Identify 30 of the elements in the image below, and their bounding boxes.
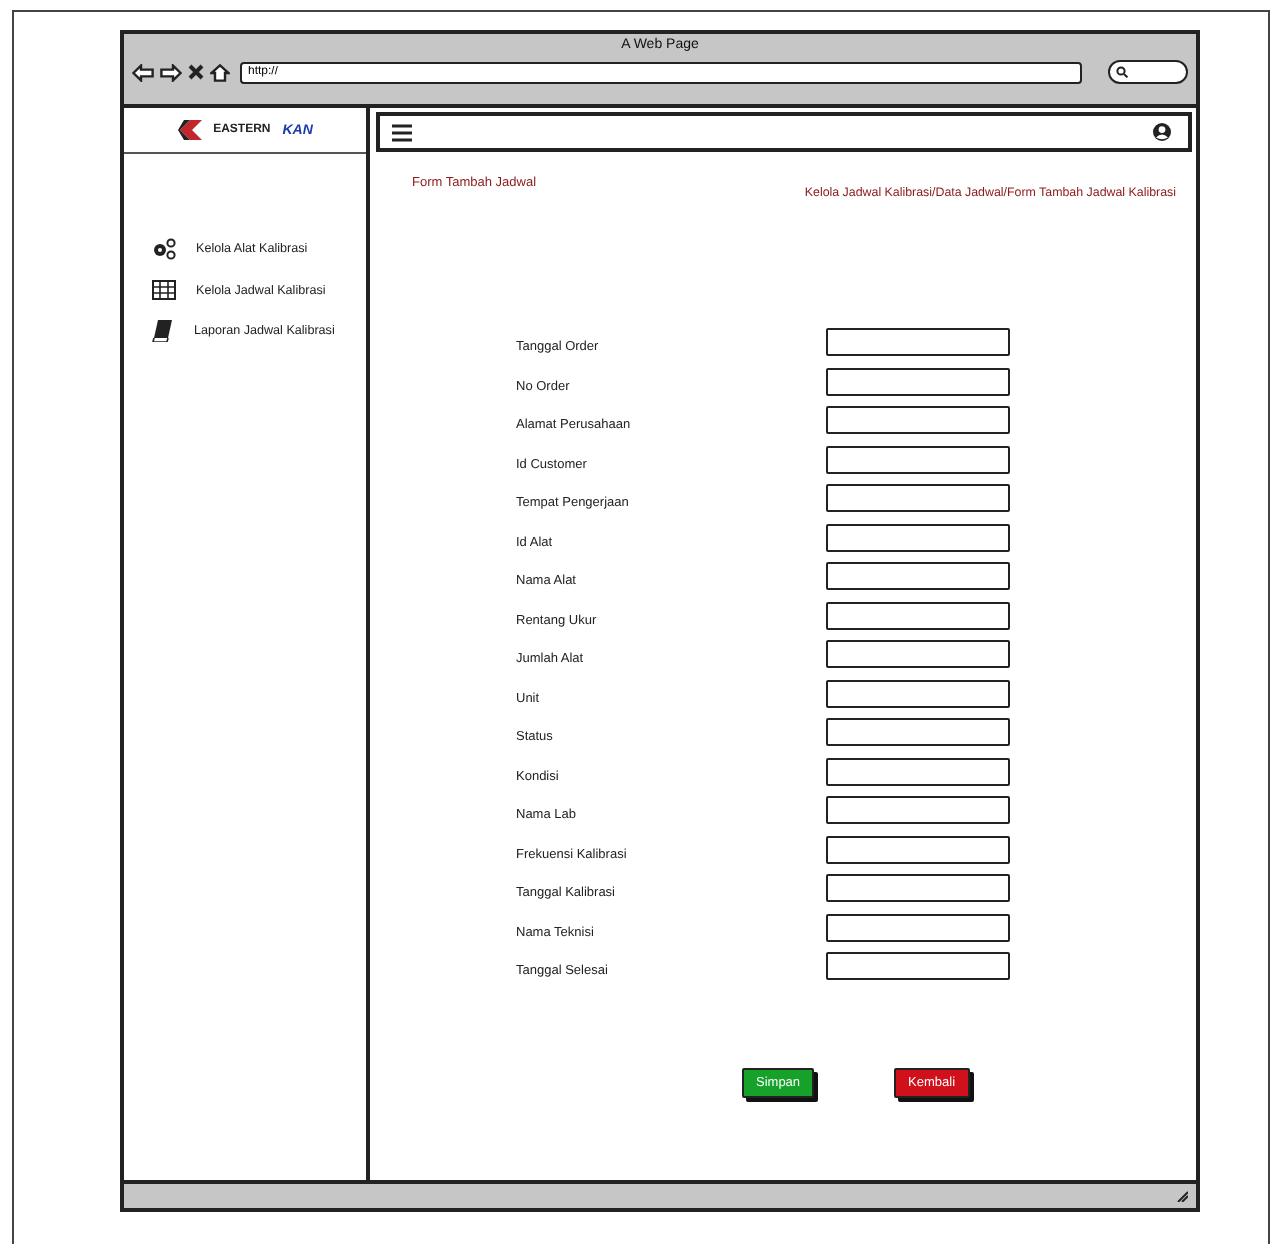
input-field[interactable] <box>826 328 1010 356</box>
menu-icon[interactable] <box>392 123 412 141</box>
input-field[interactable] <box>826 913 1010 941</box>
input-field[interactable] <box>826 757 1010 785</box>
search-icon <box>1116 66 1128 78</box>
gears-icon <box>152 238 176 260</box>
resize-grip-icon[interactable] <box>1176 1190 1188 1202</box>
user-icon[interactable] <box>1152 122 1172 142</box>
input-field[interactable] <box>826 835 1010 863</box>
input-field[interactable] <box>826 523 1010 551</box>
input-field[interactable] <box>826 406 1010 434</box>
input-field[interactable] <box>826 874 1010 902</box>
input-field[interactable] <box>826 796 1010 824</box>
book-icon <box>152 320 174 342</box>
input-field[interactable] <box>826 952 1010 980</box>
input-field[interactable] <box>826 718 1010 746</box>
input-field[interactable] <box>826 445 1010 473</box>
forward-icon[interactable] <box>160 63 182 81</box>
search-field[interactable] <box>1108 60 1188 84</box>
input-field[interactable] <box>826 562 1010 590</box>
input-field[interactable] <box>826 640 1010 668</box>
back-icon[interactable] <box>132 63 154 81</box>
close-icon[interactable] <box>188 64 204 80</box>
input-field[interactable] <box>826 484 1010 512</box>
input-field[interactable] <box>826 601 1010 629</box>
home-icon[interactable] <box>210 63 230 81</box>
input-field[interactable] <box>826 367 1010 395</box>
table-icon <box>152 280 176 300</box>
logo-icon <box>177 120 202 140</box>
input-field[interactable] <box>826 679 1010 707</box>
